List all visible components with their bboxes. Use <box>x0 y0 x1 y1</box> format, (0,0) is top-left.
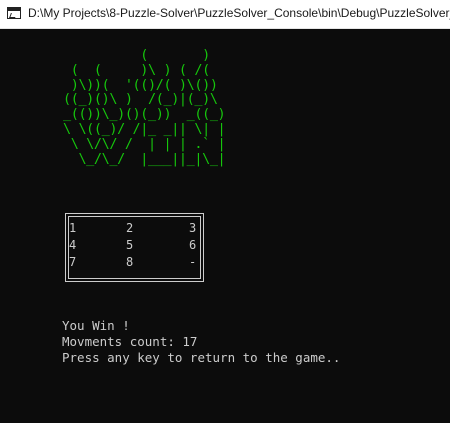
puzzle-board-inner-border <box>68 216 201 279</box>
win-message: You Win ! <box>62 318 130 333</box>
puzzle-board: 1 2 3 4 5 6 7 8 - <box>65 213 204 282</box>
board-cell-4: 4 <box>69 238 77 252</box>
win-ascii-banner: ( ) ( ( )\ ) ( /( )\))( '(()/( )\()) ((_… <box>63 47 226 167</box>
board-cell-7: 7 <box>69 255 77 269</box>
board-cell-8: 8 <box>126 255 134 269</box>
board-cell-6: 6 <box>189 238 197 252</box>
console-app-icon <box>7 7 21 19</box>
board-cell-5: 5 <box>126 238 134 252</box>
moves-count: Movments count: 17 <box>62 334 198 349</box>
console-area[interactable]: ( ) ( ( )\ ) ( /( )\))( '(()/( )\()) ((_… <box>0 29 450 423</box>
board-cell-3: 3 <box>189 221 197 235</box>
board-cell-1: 1 <box>69 221 77 235</box>
board-cell-2: 2 <box>126 221 134 235</box>
window-title: D:\My Projects\8-Puzzle-Solver\PuzzleSol… <box>28 6 450 20</box>
title-bar[interactable]: D:\My Projects\8-Puzzle-Solver\PuzzleSol… <box>0 0 450 29</box>
continue-prompt: Press any key to return to the game.. <box>62 350 341 365</box>
board-cell-9: - <box>189 255 197 269</box>
